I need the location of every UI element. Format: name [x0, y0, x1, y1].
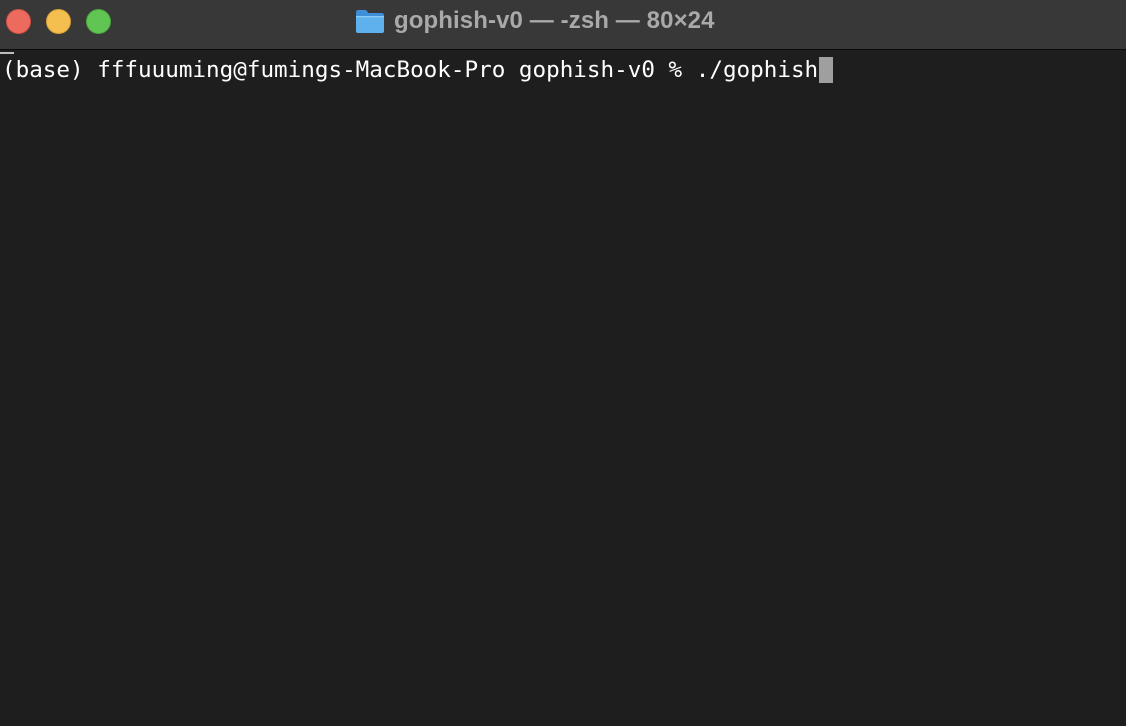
terminal-window: gophish-v0 — -zsh — 80×24 (base) fffuuum…	[0, 0, 1126, 726]
shell-prompt: (base) fffuuuming@fumings-MacBook-Pro go…	[2, 57, 696, 83]
terminal-area[interactable]: (base) fffuuuming@fumings-MacBook-Pro go…	[0, 51, 1126, 726]
window-title: gophish-v0 — -zsh — 80×24	[394, 7, 715, 34]
zoom-button[interactable]	[86, 9, 111, 34]
close-button[interactable]	[6, 9, 31, 34]
scroll-marker	[0, 52, 14, 54]
window-title-group: gophish-v0 — -zsh — 80×24	[355, 6, 715, 36]
command-input[interactable]: ./gophish	[696, 57, 818, 83]
folder-icon	[356, 10, 384, 33]
title-bar[interactable]: gophish-v0 — -zsh — 80×24	[0, 0, 1126, 50]
minimize-button[interactable]	[46, 9, 71, 34]
text-cursor	[819, 57, 834, 83]
command-line: (base) fffuuuming@fumings-MacBook-Pro go…	[2, 56, 834, 84]
